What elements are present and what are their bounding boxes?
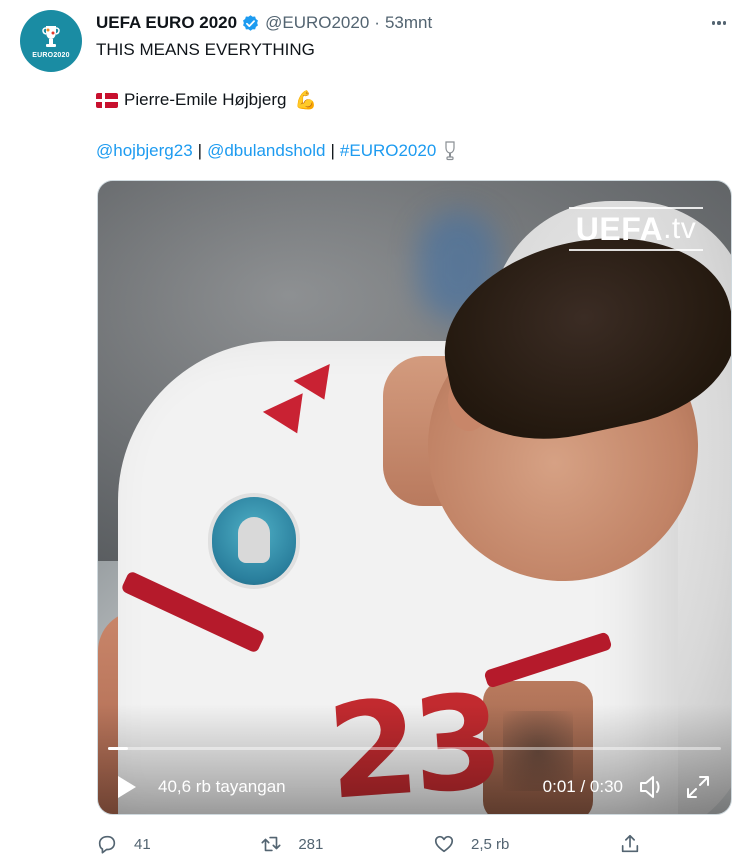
reply-icon (98, 835, 116, 854)
meta-separator: · (374, 13, 380, 32)
player-name: Pierre-Emile Højbjerg (124, 90, 287, 109)
reply-button[interactable]: 41 (96, 833, 151, 855)
mention-dbulandshold[interactable]: @dbulandshold (207, 140, 325, 162)
avatar-label: EURO2020 (32, 51, 70, 59)
verified-badge-icon (243, 14, 259, 31)
video-timecode: 0:01 / 0:30 (542, 777, 623, 796)
volume-icon[interactable] (637, 772, 667, 802)
tweet-text-line-2: Pierre-Emile Højbjerg 💪 (96, 89, 317, 111)
play-icon[interactable] (118, 776, 136, 798)
display-name[interactable]: UEFA EURO 2020 (96, 13, 237, 33)
like-icon (434, 835, 454, 853)
trophy-icon (42, 25, 60, 47)
video-controls: 40,6 rb tayangan 0:01 / 0:30 (98, 769, 731, 805)
tweet-links-line: @hojbjerg23 | @dbulandshold | #EURO2020 (96, 140, 456, 162)
tournament-badge (208, 493, 300, 589)
like-button[interactable]: 2,5 rb (433, 833, 509, 855)
flexed-biceps-icon: 💪 (294, 90, 317, 110)
trophy-icon (445, 141, 455, 161)
link-separator: | (197, 141, 203, 160)
user-handle[interactable]: @EURO2020 (265, 13, 369, 33)
uefa-tv-watermark: UEFA .tv (569, 207, 703, 251)
hashtag-euro2020[interactable]: #EURO2020 (340, 140, 436, 162)
video-progress-bar[interactable] (108, 747, 721, 750)
reply-count: 41 (134, 835, 151, 853)
danish-flag-icon (96, 92, 118, 108)
tweet-header: UEFA EURO 2020 @EURO2020 · 53mnt (96, 12, 730, 34)
video-progress-fill (108, 747, 129, 750)
retweet-icon (261, 836, 281, 852)
fullscreen-icon[interactable] (683, 772, 713, 802)
tweet-actions: 41 281 2,5 rb (96, 830, 641, 858)
video-player[interactable]: 23 UEFA.tv 40,6 rb tayangan 0:01 / 0:30 (97, 180, 732, 815)
share-button[interactable] (619, 833, 641, 855)
more-dots-icon[interactable] (708, 12, 730, 34)
share-icon (621, 834, 639, 853)
link-separator: | (330, 141, 335, 160)
retweet-button[interactable]: 281 (260, 833, 323, 855)
tweet-text-line-1: THIS MEANS EVERYTHING (96, 40, 315, 59)
like-count: 2,5 rb (471, 835, 510, 853)
view-count: 40,6 rb tayangan (158, 777, 286, 796)
retweet-count: 281 (298, 835, 324, 853)
mention-hojbjerg23[interactable]: @hojbjerg23 (96, 140, 193, 162)
post-time[interactable]: 53mnt (385, 13, 432, 33)
avatar[interactable]: EURO2020 (20, 10, 82, 72)
